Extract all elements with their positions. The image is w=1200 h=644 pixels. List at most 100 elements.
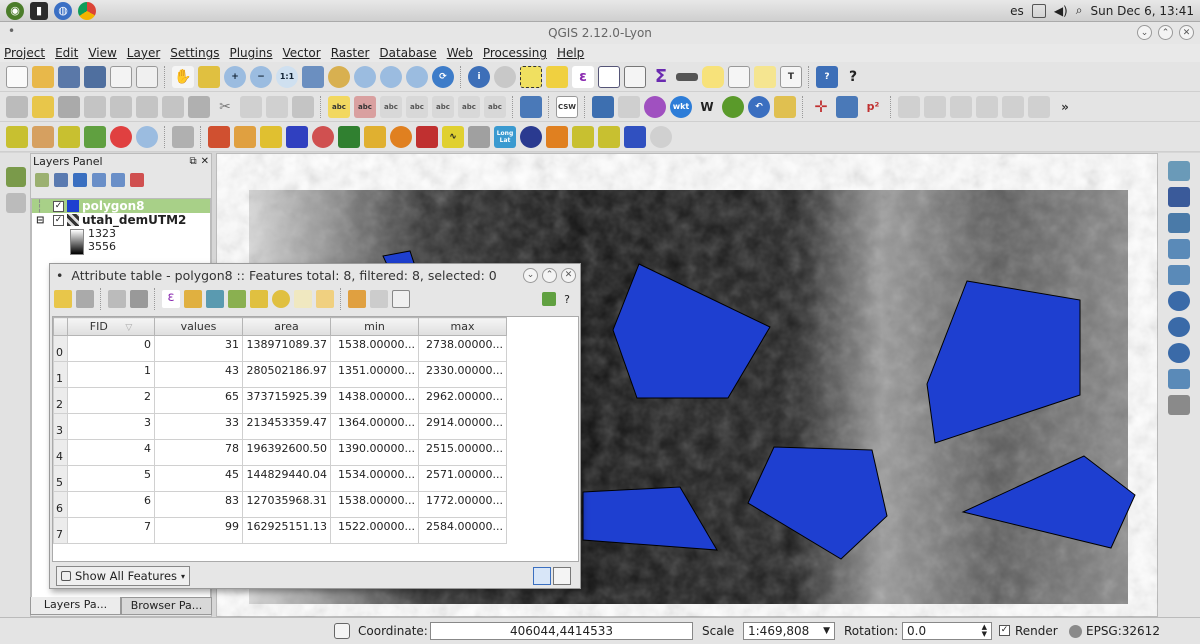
p2-icon[interactable]: p² bbox=[862, 96, 884, 118]
crs-status[interactable]: EPSG:32612 bbox=[1086, 624, 1160, 638]
cell-area[interactable]: 144829440.04 bbox=[242, 465, 331, 492]
pan-hand-icon[interactable]: ✋ bbox=[172, 65, 194, 88]
cell-area[interactable]: 138971089.37 bbox=[242, 335, 331, 362]
advanced-digitizing-icon[interactable] bbox=[292, 95, 314, 118]
cell-area[interactable]: 162925151.13 bbox=[242, 517, 331, 544]
current-edits-icon[interactable] bbox=[6, 95, 28, 118]
add-delimited-text-icon[interactable] bbox=[1168, 369, 1190, 389]
row-header[interactable]: 5 bbox=[53, 465, 68, 492]
label-highlight-icon[interactable]: abc bbox=[354, 95, 376, 118]
menu-edit[interactable]: Edit bbox=[55, 46, 78, 60]
vertex-tool-3-icon[interactable] bbox=[950, 95, 972, 118]
row-header[interactable]: 1 bbox=[53, 361, 68, 388]
cell-min[interactable]: 1534.00000... bbox=[330, 465, 419, 492]
pan-to-selection-icon[interactable] bbox=[198, 65, 220, 88]
zoom-to-selected-icon[interactable] bbox=[272, 290, 290, 308]
layer-labeling-icon[interactable]: abc bbox=[328, 95, 350, 118]
help-icon[interactable]: ? bbox=[816, 65, 838, 88]
plugin-purple-icon[interactable] bbox=[644, 95, 666, 118]
magnifier-plugin-icon[interactable] bbox=[650, 125, 672, 148]
delete-selected-icon[interactable] bbox=[188, 95, 210, 118]
layer-tool-2-icon[interactable] bbox=[6, 193, 26, 213]
cell-max[interactable]: 2584.00000... bbox=[418, 517, 507, 544]
layer-item-utah-dem[interactable]: ⊟ ✓ utah_demUTM2 bbox=[32, 213, 210, 227]
new-print-composer-icon[interactable] bbox=[110, 65, 132, 88]
add-raster-layer-icon[interactable] bbox=[1168, 187, 1190, 207]
cell-min[interactable]: 1390.00000... bbox=[330, 439, 419, 466]
cell-values[interactable]: 65 bbox=[154, 387, 243, 414]
long-lat-icon[interactable]: Long Lat bbox=[494, 125, 516, 148]
raster-calc-icon[interactable] bbox=[208, 125, 230, 148]
vertex-tool-5-icon[interactable] bbox=[1002, 95, 1024, 118]
cell-values[interactable]: 99 bbox=[154, 517, 243, 544]
attribute-grid[interactable]: FID ▽ values area min max 0 0 31 138971089.… bbox=[52, 316, 579, 562]
browser-globe-icon[interactable]: ◍ bbox=[54, 1, 72, 20]
toggle-editing-pencil-icon[interactable] bbox=[32, 95, 54, 118]
render-checkbox[interactable]: ✓ bbox=[999, 625, 1010, 636]
cell-fid[interactable]: 6 bbox=[67, 491, 155, 518]
identify-icon[interactable]: i bbox=[468, 65, 490, 88]
new-project-icon[interactable] bbox=[6, 65, 28, 88]
grass-yellow-icon[interactable] bbox=[598, 125, 620, 148]
save-as-icon[interactable] bbox=[84, 65, 106, 88]
flag-plugin-icon[interactable] bbox=[416, 125, 438, 148]
window-menu-dot[interactable]: • bbox=[8, 24, 15, 38]
crs-globe-icon[interactable] bbox=[1069, 624, 1082, 638]
cut-features-icon[interactable]: ✂ bbox=[214, 96, 236, 118]
help-icon[interactable]: ? bbox=[560, 293, 574, 306]
digitize-pen-icon[interactable] bbox=[774, 95, 796, 118]
float-panel-icon[interactable]: ⧉ bbox=[189, 156, 196, 167]
copy-rows-icon[interactable] bbox=[294, 290, 312, 308]
cell-area[interactable]: 127035968.31 bbox=[242, 491, 331, 518]
vertex-tool-4-icon[interactable] bbox=[976, 95, 998, 118]
vertex-tool-6-icon[interactable] bbox=[1028, 95, 1050, 118]
cell-fid[interactable]: 1 bbox=[67, 361, 155, 388]
paste-rows-icon[interactable] bbox=[316, 290, 334, 308]
delete-field-icon[interactable] bbox=[130, 290, 148, 308]
cell-max[interactable]: 2515.00000... bbox=[418, 439, 507, 466]
menu-plugins[interactable]: Plugins bbox=[229, 46, 272, 60]
filter-map-icon[interactable] bbox=[348, 290, 366, 308]
cell-fid[interactable]: 2 bbox=[67, 387, 155, 414]
measure-icon[interactable] bbox=[676, 72, 698, 81]
menu-view[interactable]: View bbox=[88, 46, 116, 60]
wkt-mark-icon[interactable]: W bbox=[696, 96, 718, 118]
cell-fid[interactable]: 4 bbox=[67, 439, 155, 466]
cell-values[interactable]: 45 bbox=[154, 465, 243, 492]
add-mssql-layer-icon[interactable] bbox=[1168, 265, 1190, 285]
show-all-features-button[interactable]: Show All Features ▾ bbox=[56, 566, 191, 586]
minimize-button[interactable]: ⌄ bbox=[1137, 25, 1152, 40]
field-calculator-icon[interactable] bbox=[624, 65, 646, 88]
paste-features-icon[interactable] bbox=[266, 95, 288, 118]
maximize-button[interactable]: ⌃ bbox=[1158, 25, 1173, 40]
messages-icon[interactable] bbox=[334, 623, 350, 639]
manage-visibility-icon[interactable] bbox=[54, 173, 68, 187]
cell-area[interactable]: 196392600.50 bbox=[242, 439, 331, 466]
column-header-min[interactable]: min bbox=[330, 317, 419, 336]
column-header-max[interactable]: max bbox=[418, 317, 507, 336]
grass-plugin-icon[interactable] bbox=[6, 125, 28, 148]
menu-web[interactable]: Web bbox=[447, 46, 473, 60]
cell-min[interactable]: 1538.00000... bbox=[330, 335, 419, 362]
menu-settings[interactable]: Settings bbox=[170, 46, 219, 60]
row-header[interactable]: 6 bbox=[53, 491, 68, 518]
cell-area[interactable]: 213453359.47 bbox=[242, 413, 331, 440]
invert-selection-icon[interactable] bbox=[228, 290, 246, 308]
move-selection-top-icon[interactable] bbox=[206, 290, 224, 308]
refresh-icon[interactable]: ⟳ bbox=[432, 65, 454, 88]
clock[interactable]: Sun Dec 6, 13:41 bbox=[1090, 4, 1194, 18]
toolbar-overflow-icon[interactable]: » bbox=[1054, 96, 1076, 118]
open-project-icon[interactable] bbox=[32, 65, 54, 88]
cell-max[interactable]: 2330.00000... bbox=[418, 361, 507, 388]
row-header[interactable]: 4 bbox=[53, 439, 68, 466]
add-wms-layer-icon[interactable] bbox=[1168, 291, 1190, 311]
vertex-tool-2-icon[interactable] bbox=[924, 95, 946, 118]
coordinate-field[interactable]: 406044,4414533 bbox=[430, 622, 693, 640]
row-header[interactable]: 3 bbox=[53, 413, 68, 440]
row-header[interactable]: 0 bbox=[53, 335, 68, 362]
add-group-icon[interactable] bbox=[35, 173, 49, 187]
column-header-fid[interactable]: FID ▽ bbox=[67, 317, 155, 336]
cell-values[interactable]: 43 bbox=[154, 361, 243, 388]
zoom-next-icon[interactable] bbox=[406, 65, 428, 88]
new-layer-icon[interactable] bbox=[1168, 395, 1190, 415]
